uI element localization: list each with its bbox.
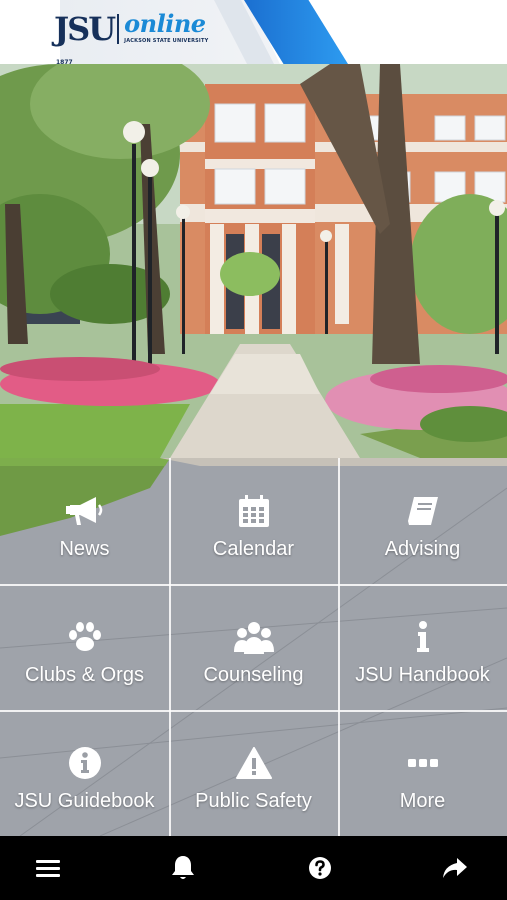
notifications-button[interactable] (168, 853, 198, 883)
ellipsis-icon (407, 746, 438, 780)
info-circle-icon (68, 746, 102, 780)
help-button[interactable] (305, 853, 335, 883)
bell-icon (172, 856, 194, 879)
tile-calendar[interactable]: Calendar (169, 458, 338, 584)
tile-label: JSU Guidebook (14, 790, 155, 812)
app-header: JSU 1877 online JACKSON STATE UNIVERSITY (0, 0, 507, 64)
megaphone-icon (65, 494, 104, 528)
logo-year: 1877 (56, 59, 73, 64)
share-button[interactable] (440, 853, 470, 883)
tile-news[interactable]: News (0, 458, 169, 584)
tile-jsu-handbook[interactable]: JSU Handbook (338, 584, 507, 710)
tile-clubs-orgs[interactable]: Clubs & Orgs (0, 584, 169, 710)
tile-label: Clubs & Orgs (25, 664, 144, 686)
logo-jsu-text: JSU 1877 (54, 10, 116, 64)
bottom-toolbar (0, 836, 507, 900)
campus-hero-image (0, 64, 507, 458)
calendar-icon (237, 494, 271, 528)
tile-label: More (399, 790, 446, 812)
tile-advising[interactable]: Advising (338, 458, 507, 584)
tile-label: Advising (384, 538, 461, 560)
tile-label: Calendar (212, 538, 295, 560)
logo-divider (117, 14, 120, 44)
help-icon (309, 857, 331, 879)
tile-public-safety[interactable]: Public Safety (169, 710, 338, 836)
tile-label: JSU Handbook (355, 664, 490, 686)
tile-label: News (59, 538, 110, 560)
tile-more[interactable]: More (338, 710, 507, 836)
logo-subtitle: JACKSON STATE UNIVERSITY (124, 38, 209, 44)
feature-grid: News Calendar Advising Clubs & Orgs Coun… (0, 458, 507, 836)
paw-icon (68, 620, 102, 654)
group-icon (233, 620, 274, 654)
tile-jsu-guidebook[interactable]: JSU Guidebook (0, 710, 169, 836)
tile-label: Counseling (203, 664, 304, 686)
warning-icon (235, 746, 272, 780)
share-icon (443, 858, 467, 878)
jsu-online-logo[interactable]: JSU 1877 online JACKSON STATE UNIVERSITY (54, 9, 209, 65)
logo-online-text: online (124, 9, 206, 38)
info-icon (415, 620, 431, 654)
menu-icon (36, 860, 60, 877)
book-icon (406, 494, 440, 528)
tile-counseling[interactable]: Counseling (169, 584, 338, 710)
menu-button[interactable] (33, 853, 63, 883)
tile-label: Public Safety (195, 790, 312, 812)
